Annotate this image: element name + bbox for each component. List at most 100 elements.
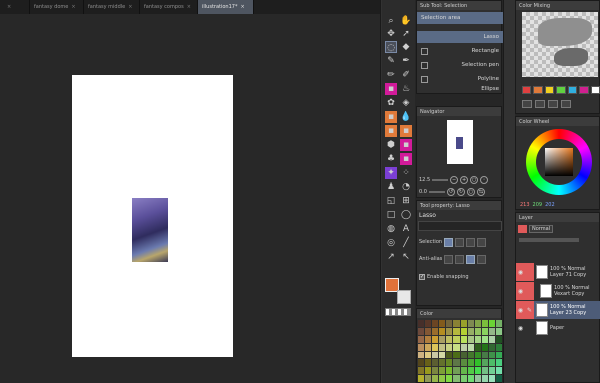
mix-color-chip[interactable] — [579, 86, 589, 94]
color-swatch[interactable] — [460, 375, 467, 382]
color-swatch[interactable] — [432, 327, 439, 335]
color-swatch[interactable] — [432, 343, 439, 351]
color-swatch[interactable] — [439, 351, 446, 359]
color-swatch[interactable] — [467, 327, 474, 335]
lasso-icon[interactable]: ◌ — [385, 41, 397, 53]
tab-fantasy-compos[interactable]: fantasy compos × — [140, 0, 198, 14]
blend-mode-select[interactable]: Normal — [529, 225, 554, 233]
saturation-value-square[interactable] — [545, 148, 573, 176]
text-icon[interactable]: A — [400, 223, 412, 235]
rotation-value[interactable]: 0.0 — [419, 189, 427, 195]
color-swatch[interactable] — [460, 351, 467, 359]
color-swatch[interactable] — [453, 375, 460, 382]
color-swatch[interactable] — [446, 320, 453, 327]
mix-color-chip[interactable] — [556, 86, 566, 94]
color-swatch[interactable] — [467, 320, 474, 327]
navigator-preview[interactable] — [447, 120, 473, 164]
color-swatch[interactable] — [418, 320, 425, 327]
color-swatch[interactable] — [481, 359, 488, 367]
color-swatch[interactable] — [453, 351, 460, 359]
color-swatch[interactable] — [418, 327, 425, 335]
color-swatch[interactable] — [453, 335, 460, 343]
color-swatch[interactable] — [495, 351, 502, 359]
close-icon[interactable]: × — [7, 4, 11, 10]
subtool-item-polyline[interactable]: Polyline — [417, 73, 503, 85]
color-swatch[interactable] — [418, 359, 425, 367]
bucket-icon[interactable]: ⬢ — [385, 139, 397, 151]
opacity-slider[interactable] — [519, 238, 579, 242]
color-swatch[interactable] — [453, 359, 460, 367]
hue-ring[interactable] — [526, 129, 592, 195]
mix-clear-icon[interactable] — [561, 100, 571, 108]
color-swatch[interactable] — [439, 335, 446, 343]
intersect-selection-button[interactable] — [477, 237, 487, 247]
brush-icon[interactable]: ✐ — [400, 69, 412, 81]
color-swatch[interactable] — [488, 375, 495, 382]
eye-icon[interactable]: ◉ — [516, 301, 525, 319]
color-swatch[interactable] — [446, 367, 453, 375]
layer-color-icon[interactable] — [518, 225, 527, 233]
new-selection-button[interactable] — [444, 237, 454, 247]
pen-icon[interactable]: ✎ — [525, 301, 534, 319]
color-swatch[interactable] — [481, 375, 488, 382]
add-selection-button[interactable] — [455, 237, 465, 247]
smudge-icon[interactable]: ▪ — [400, 125, 412, 137]
tab-fantasy-middle[interactable]: fantasy middle × — [84, 0, 140, 14]
color-swatch[interactable] — [474, 375, 481, 382]
color-swatch[interactable] — [467, 343, 474, 351]
color-swatch[interactable] — [495, 343, 502, 351]
correct-line-icon[interactable]: ↗ — [385, 251, 397, 263]
subtool-item-lasso[interactable]: Lasso — [417, 31, 503, 43]
eraser2-icon[interactable]: ▪ — [385, 111, 397, 123]
color-swatch[interactable] — [481, 327, 488, 335]
tab-fantasy-dome[interactable]: fantasy dome × — [30, 0, 84, 14]
flip-icon[interactable]: ⇆ — [476, 188, 485, 196]
color-swatch[interactable] — [481, 343, 488, 351]
magic-icon[interactable]: ▪ — [400, 153, 412, 165]
actual-size-icon[interactable]: ◦ — [480, 176, 489, 184]
color-swatch[interactable] — [432, 335, 439, 343]
line-icon[interactable]: ╱ — [400, 237, 412, 249]
airbrush-icon[interactable]: ♨ — [400, 83, 412, 95]
blend-icon[interactable]: ◈ — [400, 97, 412, 109]
mix-blend-icon[interactable] — [535, 100, 545, 108]
antialias-medium-button[interactable] — [466, 254, 476, 264]
color-swatch[interactable] — [495, 367, 502, 375]
layer-item[interactable]: ◉ 100 % Normal Layer 71 Copy — [516, 263, 600, 281]
antialias-strong-button[interactable] — [477, 254, 487, 264]
color-swatch[interactable] — [446, 335, 453, 343]
color-swatch[interactable] — [467, 359, 474, 367]
color-swatch[interactable] — [425, 327, 432, 335]
color-swatch[interactable] — [425, 375, 432, 382]
color-swatch[interactable] — [425, 359, 432, 367]
color-swatch[interactable] — [467, 335, 474, 343]
mix-color-chip[interactable] — [590, 86, 600, 94]
grass-icon[interactable]: ♣ — [385, 153, 397, 165]
eye-icon[interactable]: ◉ — [516, 282, 525, 300]
color-swatch[interactable] — [481, 351, 488, 359]
move-icon[interactable]: ✥ — [385, 28, 397, 40]
sparkle-icon[interactable]: ✦ — [385, 167, 397, 179]
close-icon[interactable]: × — [128, 4, 132, 10]
canvas-paper[interactable] — [72, 75, 233, 357]
mix-color-chip[interactable] — [544, 86, 555, 94]
close-icon[interactable]: × — [240, 4, 244, 10]
eye-icon[interactable]: ◉ — [516, 263, 525, 281]
color-swatch[interactable] — [418, 375, 425, 382]
color-swatch[interactable] — [488, 335, 495, 343]
color-swatch[interactable] — [432, 375, 439, 382]
color-swatch[interactable] — [446, 343, 453, 351]
color-swatch[interactable] — [439, 359, 446, 367]
color-swatch[interactable] — [495, 375, 502, 382]
canvas-area[interactable] — [0, 14, 380, 383]
zoom-out-icon[interactable]: − — [450, 176, 459, 184]
eye-icon[interactable]: ◉ — [516, 320, 525, 336]
color-swatch[interactable] — [481, 320, 488, 327]
snapping-row[interactable]: ✓ Enable snapping — [419, 271, 503, 283]
color-swatch[interactable] — [446, 327, 453, 335]
color-swatch[interactable] — [467, 351, 474, 359]
color-swatch[interactable] — [495, 327, 502, 335]
hand-icon[interactable]: ✋ — [400, 15, 412, 27]
color-swatch[interactable] — [474, 359, 481, 367]
blur-icon[interactable]: ▪ — [385, 125, 397, 137]
